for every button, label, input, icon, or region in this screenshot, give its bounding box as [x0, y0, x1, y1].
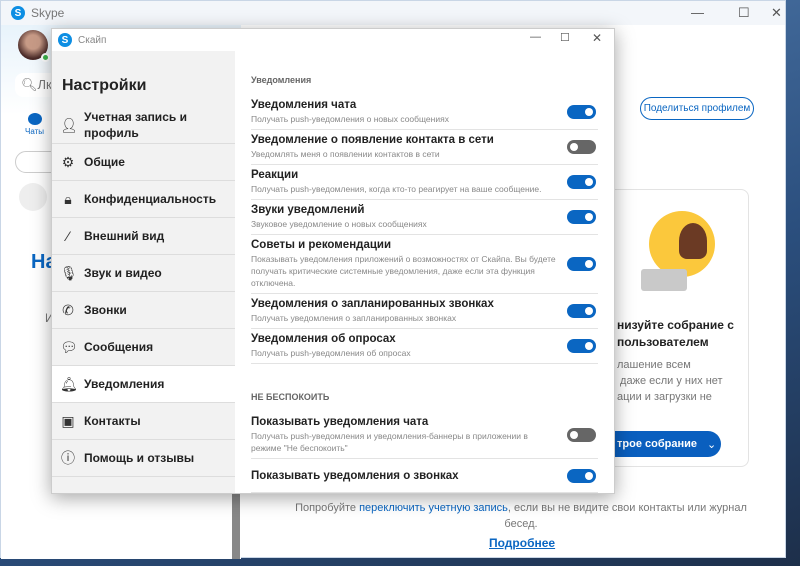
setting-label: Реакции — [251, 169, 299, 181]
setting-label: Советы и рекомендации — [251, 239, 392, 251]
setting-row: Показывать уведомления о звонках — [251, 459, 598, 493]
nav-item-5[interactable]: ✆ Звонки — [52, 292, 235, 329]
setting-label: Уведомления об опросах — [251, 333, 396, 345]
chat-icon — [27, 113, 42, 125]
nav-item-label: Контакты — [84, 414, 141, 428]
setting-row: Показывать уведомления чата Получать push… — [251, 412, 598, 459]
setting-description: Получать push-уведомления и уведомления-… — [251, 431, 528, 453]
setting-description: Уведомлять меня о появлении контактов в … — [251, 149, 440, 159]
nav-item-9[interactable]: ⓘ Помощь и отзывы — [52, 440, 235, 477]
setting-toggle[interactable] — [567, 210, 596, 224]
setting-toggle[interactable] — [567, 428, 596, 442]
setting-toggle[interactable] — [567, 257, 596, 271]
bot-avatar[interactable] — [19, 183, 47, 211]
setting-description: Получать уведомления о запланированных з… — [251, 313, 457, 323]
nav-item-7[interactable]: 🔔︎ Уведомления — [52, 366, 235, 403]
microphone-icon: 🎙︎ — [60, 265, 78, 281]
setting-toggle[interactable] — [567, 468, 596, 483]
setting-row: Уведомление о появление контакта в сети У… — [251, 130, 598, 165]
dialog-minimize-button[interactable]: — — [530, 31, 541, 43]
setting-toggle[interactable] — [567, 105, 596, 119]
contacts-icon: ▣ — [61, 413, 75, 429]
close-button[interactable]: ✕ — [771, 5, 782, 21]
setting-row: Советы и рекомендации Показывать уведомле… — [251, 235, 598, 294]
setting-toggle[interactable] — [567, 175, 596, 189]
chevron-down-icon: ⌄ — [707, 438, 717, 451]
illustration-laptop — [641, 269, 687, 291]
tab-chats[interactable]: Чаты — [25, 113, 44, 136]
settings-nav: Настройки 👤︎ Учетная запись и профиль ⚙ Общ… — [52, 51, 235, 493]
notifications-panel: Уведомления Уведомления чата Получать pus… — [235, 51, 614, 493]
nav-item-3[interactable]: ⁄ Внешний вид — [52, 218, 235, 255]
setting-toggle[interactable] — [567, 304, 596, 318]
nav-item-label: Звонки — [84, 303, 127, 317]
main-title: Skype — [31, 6, 65, 20]
section-do-not-disturb: НЕ БЕСПОКОИТЬ — [251, 392, 330, 402]
setting-row: Звуки уведомлений Звуковое уведомление о … — [251, 200, 598, 235]
phone-icon: ✆ — [62, 302, 74, 318]
setting-description: Получать push-уведомления об опросах — [251, 348, 411, 358]
nav-item-0[interactable]: 👤︎ Учетная запись и профиль — [52, 107, 235, 144]
setting-description: Получать push-уведомления, когда кто-то … — [251, 184, 542, 194]
setting-label: Показывать уведомления чата — [251, 416, 429, 428]
share-profile-button[interactable]: Поделиться профилем — [640, 97, 754, 120]
meet-now-button[interactable]: трое собрание ⌄ — [601, 431, 721, 457]
setting-toggle[interactable] — [567, 140, 596, 154]
learn-more-link[interactable]: Подробнее — [489, 536, 555, 550]
nav-item-8[interactable]: ▣ Контакты — [52, 403, 235, 440]
chat-icon: 💬︎ — [60, 339, 78, 355]
skype-logo-icon: S — [11, 6, 25, 20]
nav-item-2[interactable]: 🔒︎ Конфиденциальность — [52, 181, 235, 218]
setting-description: Показывать уведомления приложений о возм… — [251, 254, 556, 288]
switch-account-hint: Попробуйте переключить учетную запись, е… — [295, 502, 747, 530]
person-icon: 👤︎ — [60, 117, 78, 133]
section-notifications: Уведомления — [251, 75, 312, 85]
dialog-title: Скайп — [78, 34, 107, 46]
skype-logo-icon: S — [58, 33, 72, 47]
minimize-button[interactable]: — — [691, 5, 704, 20]
nav-item-label: Сообщения — [84, 340, 154, 354]
settings-heading: Настройки — [62, 77, 147, 94]
setting-label: Показывать уведомления о звонках — [251, 469, 459, 482]
nav-item-label: Общие — [84, 155, 125, 169]
setting-row: Реакции Получать push-уведомления, когда … — [251, 165, 598, 200]
setting-description: Звуковое уведомление о новых сообщениях — [251, 219, 427, 229]
setting-label: Уведомления чата — [251, 99, 357, 111]
setting-row: Уведомления о запланированных звонках Пол… — [251, 294, 598, 329]
setting-label: Уведомление о появление контакта в сети — [251, 134, 494, 146]
card-title: низуйте собрание с пользователем — [617, 318, 734, 349]
setting-toggle[interactable] — [567, 339, 596, 353]
online-status-icon — [41, 53, 50, 62]
info-icon: ⓘ — [61, 450, 75, 466]
setting-label: Звуки уведомлений — [251, 204, 365, 216]
setting-label: Уведомления о запланированных звонках — [251, 298, 494, 310]
dialog-maximize-button[interactable]: ☐ — [560, 31, 570, 44]
setting-description: Получать push-уведомления о новых сообще… — [251, 114, 449, 124]
main-titlebar: S Skype — [1, 1, 785, 25]
nav-item-4[interactable]: 🎙︎ Звук и видео — [52, 255, 235, 292]
maximize-button[interactable]: ☐ — [738, 5, 750, 21]
bell-icon: 🔔︎ — [60, 376, 78, 392]
wand-icon: ⁄ — [66, 228, 70, 244]
card-text: лашение всем даже если у них нет ации и … — [617, 359, 723, 403]
nav-item-6[interactable]: 💬︎ Сообщения — [52, 329, 235, 366]
switch-account-link[interactable]: переключить учетную запись — [359, 502, 508, 514]
setting-row: Уведомления чата Получать push-уведомлени… — [251, 95, 598, 130]
gear-icon: ⚙ — [61, 154, 75, 170]
nav-item-label: Учетная запись и профиль — [84, 110, 187, 140]
dialog-close-button[interactable]: ✕ — [592, 31, 602, 45]
setting-row: Уведомления об опросах Получать push-увед… — [251, 329, 598, 364]
nav-item-label: Конфиденциальность — [84, 192, 217, 206]
nav-item-label: Уведомления — [84, 377, 165, 391]
nav-item-label: Помощь и отзывы — [84, 451, 195, 465]
settings-dialog: S Скайп — ☐ ✕ Настройки 👤︎ Учетная запись … — [51, 28, 615, 494]
illustration-person — [679, 223, 707, 259]
nav-item-label: Внешний вид — [84, 229, 165, 243]
nav-item-1[interactable]: ⚙ Общие — [52, 144, 235, 181]
lock-icon: 🔒︎ — [64, 191, 72, 207]
nav-item-label: Звук и видео — [84, 266, 162, 280]
